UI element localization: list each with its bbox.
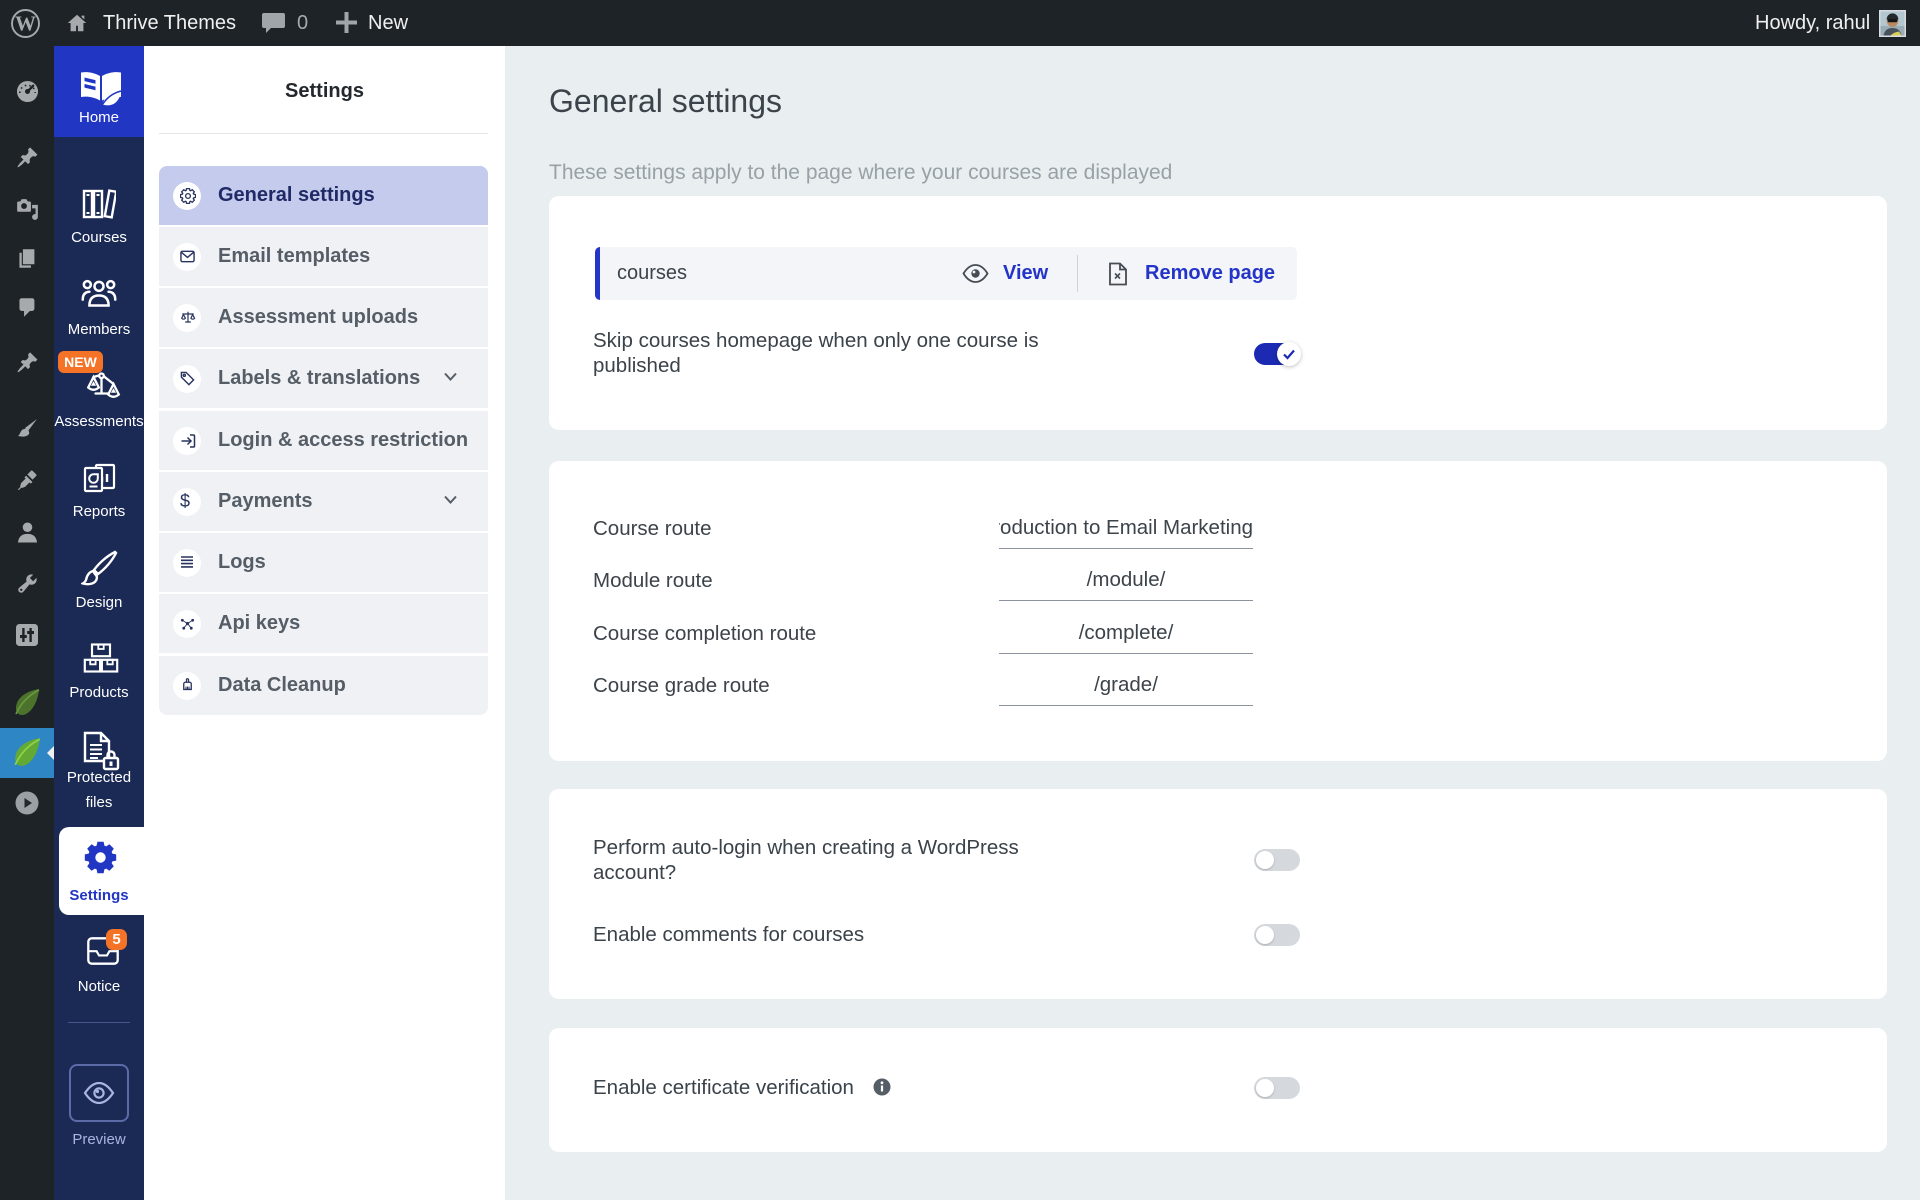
svg-text:W: W: [15, 12, 36, 36]
